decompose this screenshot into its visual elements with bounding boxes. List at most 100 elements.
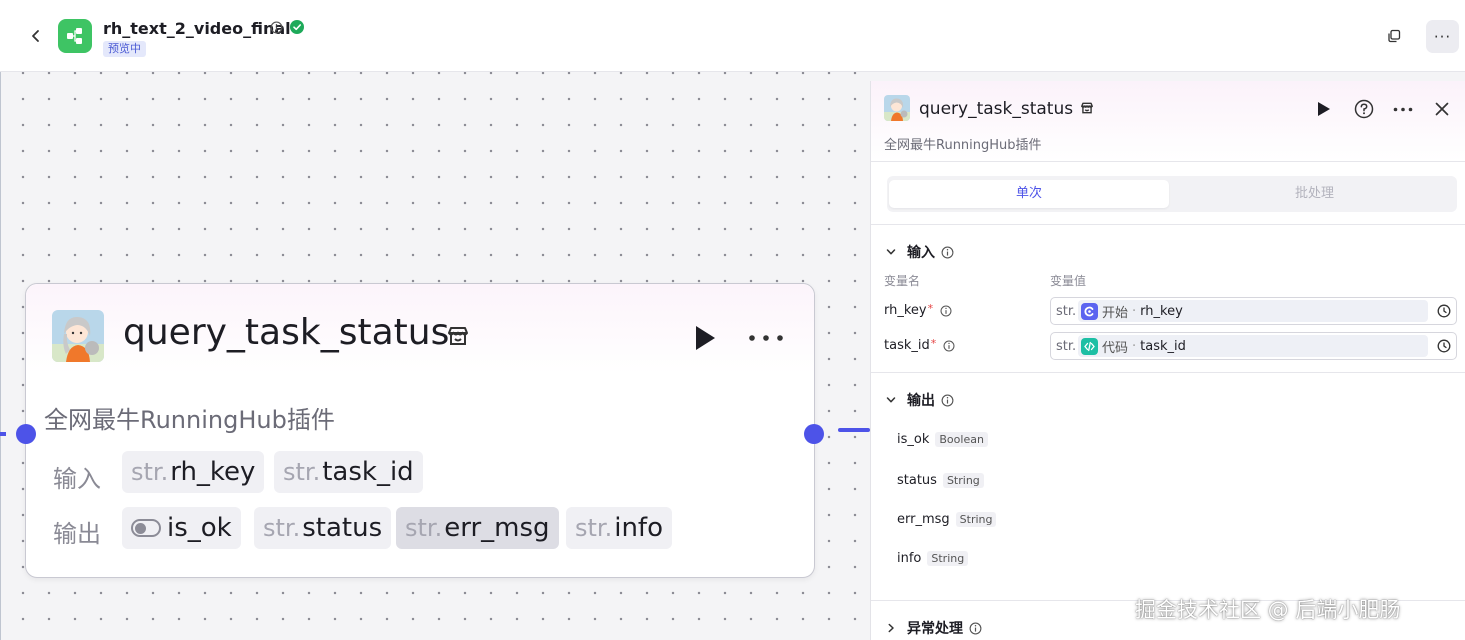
info-icon[interactable]	[941, 246, 954, 259]
store-icon	[1081, 102, 1093, 114]
reference-separator: ·	[1132, 338, 1137, 354]
panel-run-button[interactable]	[1313, 98, 1335, 120]
play-icon	[696, 326, 715, 350]
node-output-chip[interactable]: is_ok	[122, 507, 241, 549]
type-tag: str.	[283, 458, 321, 486]
required-mark: *	[927, 302, 934, 315]
divider	[871, 224, 1465, 225]
incoming-edge	[0, 432, 6, 436]
info-icon[interactable]	[270, 21, 283, 34]
type-tag: str.	[1056, 338, 1077, 354]
run-mode-tabs: 单次 批处理	[887, 176, 1457, 212]
info-icon[interactable]	[969, 622, 982, 635]
output-var-type: String	[927, 551, 969, 566]
panel-close-button[interactable]	[1431, 98, 1453, 120]
node-title: query_task_status	[123, 312, 450, 353]
output-var-name: err_msg	[897, 512, 950, 527]
panel-title: query_task_status	[919, 99, 1074, 119]
watermark: 掘金技术社区 @ 后端小肥肠	[1135, 598, 1401, 622]
node-description: 全网最牛RunningHub插件	[44, 406, 335, 434]
info-icon[interactable]	[940, 305, 952, 317]
node-input-chip[interactable]: str. task_id	[274, 451, 423, 493]
canvas-edge	[0, 72, 1, 640]
error-section-toggle[interactable]: 异常处理	[885, 618, 982, 638]
type-tag: str.	[575, 514, 613, 542]
output-var-type: String	[955, 512, 997, 527]
info-icon[interactable]	[941, 394, 954, 407]
column-header-value: 变量值	[1050, 274, 1087, 288]
required-mark: *	[930, 337, 937, 350]
clock-icon[interactable]	[1437, 339, 1451, 353]
reference-variable: rh_key	[1140, 303, 1183, 319]
node-run-button[interactable]	[692, 324, 718, 352]
output-var-type: Boolean	[935, 432, 988, 447]
input-section-toggle[interactable]: 输入	[885, 242, 954, 262]
divider	[871, 372, 1465, 373]
chip-name: is_ok	[167, 513, 232, 543]
variable-reference[interactable]: 开始 · rh_key	[1078, 300, 1428, 322]
column-header-name: 变量名	[884, 274, 921, 288]
back-button[interactable]	[26, 26, 46, 46]
output-var: info String	[897, 551, 969, 566]
panel-help-button[interactable]	[1353, 98, 1375, 120]
output-var-name: info	[897, 551, 922, 566]
output-var-type: String	[942, 473, 984, 488]
more-icon	[749, 335, 783, 341]
chevron-right-icon	[888, 623, 894, 633]
var-name-text: rh_key	[884, 303, 927, 318]
reference-separator: ·	[1132, 303, 1137, 319]
status-badge: 预览中	[103, 41, 146, 57]
workflow-canvas[interactable]: query_task_status 全网最牛RunningHub插件 输入 st…	[0, 72, 870, 640]
plugin-avatar	[52, 310, 104, 362]
divider	[871, 161, 1465, 162]
chip-name: rh_key	[170, 457, 256, 487]
node-input-port[interactable]	[16, 424, 36, 444]
chip-name: err_msg	[444, 513, 550, 543]
output-var: status String	[897, 473, 984, 488]
chevron-down-icon	[886, 249, 896, 255]
task-id-value-field[interactable]: str. 代码 · task_id	[1050, 332, 1457, 360]
input-section-title: 输入	[907, 245, 935, 261]
type-tag: str.	[1056, 303, 1077, 319]
reference-source: 代码	[1102, 340, 1129, 356]
clock-icon[interactable]	[1437, 304, 1451, 318]
variable-reference[interactable]: 代码 · task_id	[1078, 335, 1428, 357]
node-output-chip[interactable]: str. status	[254, 507, 392, 549]
type-tag: str.	[131, 458, 169, 486]
info-icon[interactable]	[943, 340, 955, 352]
output-section-toggle[interactable]: 输出	[885, 390, 954, 410]
help-icon	[1354, 99, 1374, 119]
input-var-name: task_id *	[884, 337, 955, 353]
tab-single[interactable]: 单次	[889, 180, 1169, 208]
reference-source: 开始	[1102, 305, 1129, 321]
output-var-name: status	[897, 473, 937, 488]
node-input-chip[interactable]: str. rh_key	[122, 451, 265, 493]
output-var: err_msg String	[897, 512, 997, 527]
close-icon	[1435, 102, 1449, 116]
plugin-node[interactable]: query_task_status 全网最牛RunningHub插件 输入 st…	[25, 283, 815, 578]
tab-batch[interactable]: 批处理	[1177, 180, 1452, 208]
copy-icon	[1388, 29, 1401, 43]
node-output-chip[interactable]: str. err_msg	[396, 507, 559, 549]
type-tag: str.	[405, 514, 443, 542]
header-more-button[interactable]: ···	[1426, 20, 1459, 53]
outgoing-edge	[838, 428, 870, 432]
more-icon: ···	[1433, 27, 1452, 46]
node-input-label: 输入	[53, 465, 101, 493]
workflow-logo-icon	[58, 19, 92, 53]
copy-button[interactable]	[1378, 20, 1410, 52]
output-section-title: 输出	[907, 393, 935, 409]
rh-key-value-field[interactable]: str. 开始 · rh_key	[1050, 297, 1457, 325]
more-icon	[1393, 107, 1413, 111]
chip-name: task_id	[322, 457, 414, 487]
output-var: is_ok Boolean	[897, 432, 988, 447]
output-var-name: is_ok	[897, 432, 930, 447]
reference-variable: task_id	[1140, 338, 1186, 354]
node-output-port[interactable]	[804, 424, 824, 444]
node-output-chip[interactable]: str. info	[566, 507, 672, 549]
panel-more-button[interactable]	[1390, 98, 1416, 120]
chip-name: info	[614, 513, 663, 543]
node-more-button[interactable]	[746, 324, 786, 352]
var-name-text: task_id	[884, 338, 930, 353]
node-config-panel: query_task_status 全网最牛RunningHub插件 单次 批处…	[870, 81, 1465, 640]
